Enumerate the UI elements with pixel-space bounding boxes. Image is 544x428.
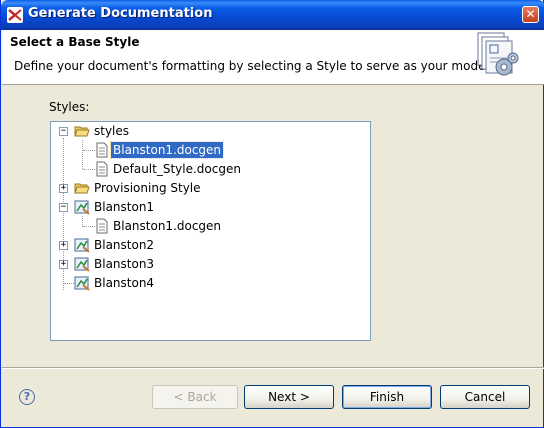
collapse-icon[interactable]: − — [59, 127, 68, 136]
close-icon: ✕ — [525, 7, 536, 21]
next-button[interactable]: Next > — [244, 385, 334, 409]
project-icon — [74, 276, 90, 291]
button-bar-separator — [2, 367, 544, 369]
back-button[interactable]: < Back — [152, 385, 238, 409]
tree-item-label: Blanston4 — [94, 276, 155, 290]
tree-item-label: Provisioning Style — [94, 181, 201, 195]
project-icon — [74, 257, 90, 272]
expand-icon[interactable]: + — [59, 184, 68, 193]
document-gears-icon — [477, 32, 519, 76]
tree-item-label: Default_Style.docgen — [113, 162, 241, 176]
collapse-icon[interactable]: − — [59, 203, 68, 212]
cancel-button[interactable]: Cancel — [440, 385, 530, 409]
tree-item-label: Blanston1.docgen — [113, 219, 222, 233]
dialog-window: Generate Documentation ✕ Select a Base S… — [0, 0, 544, 428]
tree-item-label: Blanston1.docgen — [109, 141, 225, 159]
tree-item-default-style-docgen[interactable]: Default_Style.docgen — [51, 160, 370, 179]
tree-item-blanston2[interactable]: + Blanston2 — [51, 236, 370, 255]
tree-item-blanston4[interactable]: Blanston4 — [51, 274, 370, 293]
expand-icon[interactable]: + — [59, 260, 68, 269]
tree-item-styles[interactable]: − styles — [51, 122, 370, 141]
help-icon: ? — [23, 390, 31, 403]
tree-item-label: Blanston1 — [94, 200, 155, 214]
tree-item-blanston3[interactable]: + Blanston3 — [51, 255, 370, 274]
page-description: Define your document's formatting by sel… — [14, 59, 493, 73]
document-icon — [96, 218, 108, 234]
document-icon — [96, 161, 108, 177]
project-icon — [74, 238, 90, 253]
finish-button[interactable]: Finish — [342, 385, 432, 409]
app-icon — [7, 7, 23, 23]
project-icon — [74, 200, 90, 215]
tree-item-blanston1-docgen-2[interactable]: Blanston1.docgen — [51, 217, 370, 236]
tree-item-label: Blanston3 — [94, 257, 155, 271]
title-bar[interactable]: Generate Documentation ✕ — [1, 0, 544, 30]
document-icon — [96, 142, 108, 158]
styles-label: Styles: — [49, 100, 90, 114]
tree-item-blanston1[interactable]: − Blanston1 — [51, 198, 370, 217]
styles-tree[interactable]: − styles Blanston1.docgen Default_Style.… — [50, 121, 371, 341]
close-button[interactable]: ✕ — [522, 6, 539, 23]
tree-item-provisioning-style[interactable]: + Provisioning Style — [51, 179, 370, 198]
help-button[interactable]: ? — [19, 389, 35, 405]
tree-item-label: styles — [94, 124, 130, 138]
window-title: Generate Documentation — [28, 6, 213, 21]
tree-item-label: Blanston2 — [94, 238, 155, 252]
folder-open-icon — [74, 183, 90, 194]
folder-open-icon — [74, 126, 90, 137]
tree-item-blanston1-docgen[interactable]: Blanston1.docgen — [51, 141, 370, 160]
page-title: Select a Base Style — [10, 35, 140, 49]
expand-icon[interactable]: + — [59, 241, 68, 250]
wizard-header: Select a Base Style Define your document… — [2, 30, 544, 85]
